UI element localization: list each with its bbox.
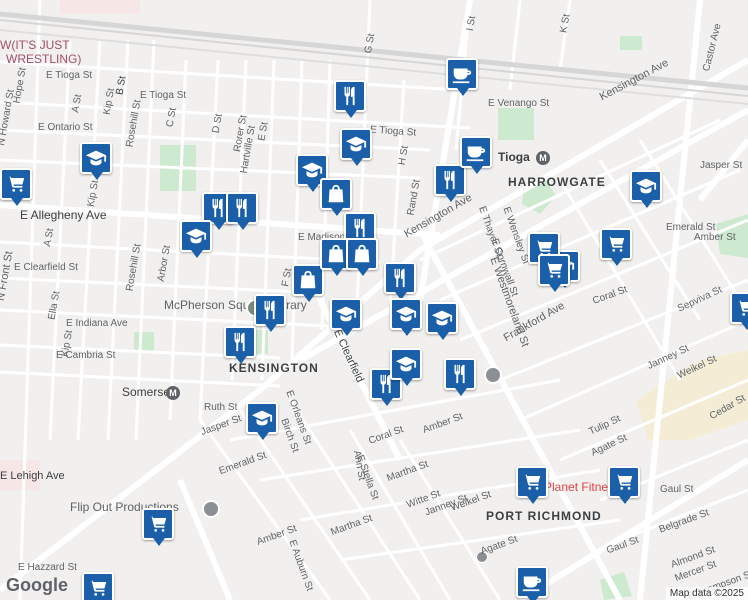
shopping-marker[interactable] (0, 168, 34, 208)
shopping-marker[interactable] (608, 466, 642, 506)
shopping-icon (538, 254, 570, 286)
school-marker[interactable] (390, 298, 424, 338)
street-label: Gaul St (660, 484, 694, 495)
school-marker[interactable] (330, 298, 364, 338)
shopping-icon (516, 466, 548, 498)
cafe-marker[interactable] (460, 136, 494, 176)
metro-icon[interactable]: M (166, 386, 180, 400)
school-marker[interactable] (180, 220, 214, 260)
metro-icon[interactable]: M (536, 151, 550, 165)
street-label: E Venango St (488, 98, 550, 109)
restaurant-marker[interactable] (384, 262, 418, 302)
cafe-icon (460, 136, 492, 168)
poi-label[interactable]: WRESTLING) (6, 52, 81, 66)
shopping-marker[interactable] (730, 292, 748, 332)
shopping-icon (600, 228, 632, 260)
cafe-icon (446, 58, 478, 90)
restaurant-icon (226, 192, 258, 224)
shopping-icon (142, 508, 174, 540)
school-marker[interactable] (390, 348, 424, 388)
shopping-marker[interactable] (538, 254, 572, 294)
restaurant-icon (224, 326, 256, 358)
street-label: E Tioga St (140, 90, 187, 101)
school-icon (630, 170, 662, 202)
street-label: E Lehigh Ave (0, 470, 65, 482)
shopping-marker[interactable] (142, 508, 176, 548)
park-area (498, 108, 534, 140)
neighborhood-label: PORT RICHMOND (486, 509, 602, 523)
commercial-area (60, 0, 140, 14)
street-label: E Indiana Ave (66, 318, 128, 329)
street-label: E Clearfield St (14, 262, 78, 273)
street-label: E Ontario St (38, 122, 93, 133)
street-label: Ruth St (204, 402, 238, 413)
restaurant-marker[interactable] (224, 326, 258, 366)
map-attribution[interactable]: Map data ©2025 (665, 587, 748, 600)
school-icon (80, 142, 112, 174)
school-marker[interactable] (246, 402, 280, 442)
bag-marker[interactable] (346, 238, 380, 278)
school-marker[interactable] (340, 128, 374, 168)
restaurant-icon (384, 262, 416, 294)
street-label: Amber St (694, 232, 736, 243)
shopping-icon (608, 466, 640, 498)
park-area (134, 332, 154, 352)
bag-marker[interactable] (320, 178, 354, 218)
restaurant-icon (334, 80, 366, 112)
school-place-icon[interactable] (484, 366, 502, 384)
school-icon (390, 298, 422, 330)
school-marker[interactable] (630, 170, 664, 210)
park-area (620, 36, 642, 50)
street-label: E Tioga St (46, 70, 93, 81)
bag-icon (346, 238, 378, 270)
restaurant-icon (254, 294, 286, 326)
school-marker[interactable] (80, 142, 114, 182)
restaurant-marker[interactable] (444, 358, 478, 398)
school-icon (390, 348, 422, 380)
cafe-marker[interactable] (516, 566, 550, 600)
school-icon (246, 402, 278, 434)
restaurant-icon (444, 358, 476, 390)
restaurant-marker[interactable] (254, 294, 288, 334)
station-label[interactable]: Tioga (498, 150, 530, 164)
cafe-icon (516, 566, 548, 598)
school-icon (330, 298, 362, 330)
school-marker[interactable] (426, 302, 460, 342)
school-icon (426, 302, 458, 334)
shopping-marker[interactable] (600, 228, 634, 268)
school-icon (340, 128, 372, 160)
street-label: E Hazzard St (18, 562, 77, 573)
shopping-icon (730, 292, 748, 324)
google-logo: Google (6, 575, 68, 595)
neighborhood-label: HARROWGATE (508, 175, 606, 189)
restaurant-marker[interactable] (334, 80, 368, 120)
shopping-icon (82, 572, 114, 600)
street-label: Jasper St (700, 160, 743, 171)
map-canvas[interactable]: KENSINGTON HARROWGATE PORT RICHMOND McPh… (0, 0, 748, 600)
street-label: E Allegheny Ave (20, 208, 107, 222)
place-icon[interactable] (202, 500, 220, 518)
cafe-marker[interactable] (446, 58, 480, 98)
shopping-marker[interactable] (82, 572, 116, 600)
school-icon (180, 220, 212, 252)
shopping-marker[interactable] (516, 466, 550, 506)
bag-icon (320, 178, 352, 210)
shopping-icon (0, 168, 32, 200)
restaurant-marker[interactable] (226, 192, 260, 232)
poi-label[interactable]: W(IT'S JUST (0, 38, 70, 52)
